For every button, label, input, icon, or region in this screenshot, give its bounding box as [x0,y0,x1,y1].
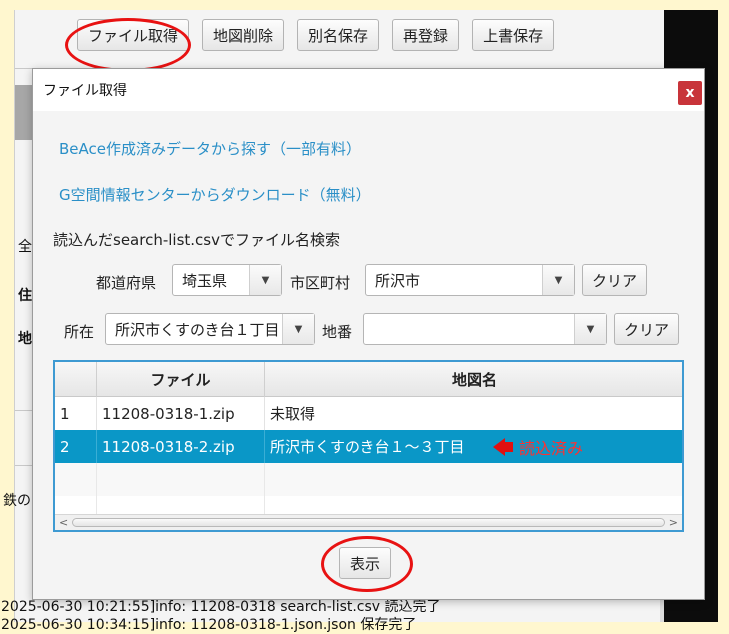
bg-label-fragment: 鉄の [3,493,31,509]
loaded-annotation: 読込済み [493,430,583,463]
prefecture-label: 都道府県 [96,274,157,292]
search-heading: 読込んだsearch-list.csvでファイル名検索 [53,231,340,249]
close-button[interactable]: x [678,81,702,105]
row-file: 11208-0318-1.zip [97,397,265,430]
row-map-name: 所沢市くすのき台１～３丁目 [270,438,465,456]
location-label: 所在 [64,323,95,341]
row-map-name: 未取得 [270,405,316,423]
chevron-down-icon[interactable]: ▼ [574,314,606,344]
loaded-annotation-text: 読込済み [519,438,584,458]
scroll-left-icon[interactable]: < [59,516,68,529]
city-value: 所沢市 [375,271,421,290]
delete-map-button[interactable]: 地図削除 [202,19,285,51]
empty-cell [55,463,97,496]
table-row-empty [55,463,682,496]
bg-label-fragment: 住 [18,288,32,304]
table-row-empty [55,496,682,516]
table-row-selected[interactable]: 2 11208-0318-2.zip 所沢市くすのき台１～３丁目 読込済み [55,430,682,463]
clear-city-button[interactable]: クリア [582,264,648,296]
bg-sidebar-strip [15,85,33,140]
file-get-dialog: ファイル取得 x BeAce作成済みデータから探す（一部有料） G空間情報センタ… [32,68,705,600]
chiban-label: 地番 [322,323,353,341]
bg-label-fragment: 地 [18,331,32,347]
clear-location-button[interactable]: クリア [614,313,680,345]
column-header-map[interactable]: 地図名 [265,362,682,397]
column-header-file[interactable]: ファイル [97,362,265,397]
dialog-title: ファイル取得 [43,83,127,99]
save-as-button[interactable]: 別名保存 [297,19,380,51]
bg-label-fragment: 全 [18,239,32,255]
city-label: 市区町村 [290,274,351,292]
arrow-tail [505,441,513,452]
reregister-button[interactable]: 再登録 [392,19,460,51]
location-value: 所沢市くすのき台１丁目 [115,320,280,339]
horizontal-scrollbar[interactable]: < > [55,514,682,530]
chevron-down-icon[interactable]: ▼ [542,265,574,295]
chevron-down-icon[interactable]: ▼ [249,265,281,295]
file-table[interactable]: ファイル 地図名 1 11208-0318-1.zip 未取得 2 11208-… [53,360,684,532]
beace-link[interactable]: BeAce作成済みデータから探す（一部有料） [59,138,361,159]
gkukan-link[interactable]: G空間情報センターからダウンロード（無料） [59,184,371,205]
empty-cell [55,496,97,516]
arrow-left-icon [493,437,505,456]
empty-cell [97,496,265,516]
prefecture-select[interactable]: 埼玉県 ▼ [172,264,282,296]
chiban-value [364,314,574,344]
scroll-right-icon[interactable]: > [669,516,678,529]
log-line: 2025-06-30 10:34:15]info: 11208-0318-1.j… [1,617,417,633]
show-button[interactable]: 表示 [339,547,391,579]
empty-cell [97,463,265,496]
column-header-no[interactable] [55,362,97,397]
row-number: 1 [55,397,97,430]
prefecture-value: 埼玉県 [182,271,228,290]
row-number: 2 [55,430,97,463]
main-toolbar: ファイル取得 地図削除 別名保存 再登録 上書保存 [52,14,555,56]
location-select[interactable]: 所沢市くすのき台１丁目 ▼ [105,313,315,345]
dialog-titlebar: ファイル取得 x [33,69,704,111]
table-row[interactable]: 1 11208-0318-1.zip 未取得 [55,397,682,430]
city-select[interactable]: 所沢市 ▼ [365,264,575,296]
get-file-button[interactable]: ファイル取得 [77,19,190,51]
row-file: 11208-0318-2.zip [97,430,265,463]
chiban-select[interactable]: ▼ [363,313,607,345]
table-header: ファイル 地図名 [55,362,682,397]
scrollbar-thumb[interactable] [72,518,665,527]
overwrite-save-button[interactable]: 上書保存 [472,19,555,51]
chevron-down-icon[interactable]: ▼ [282,314,314,344]
